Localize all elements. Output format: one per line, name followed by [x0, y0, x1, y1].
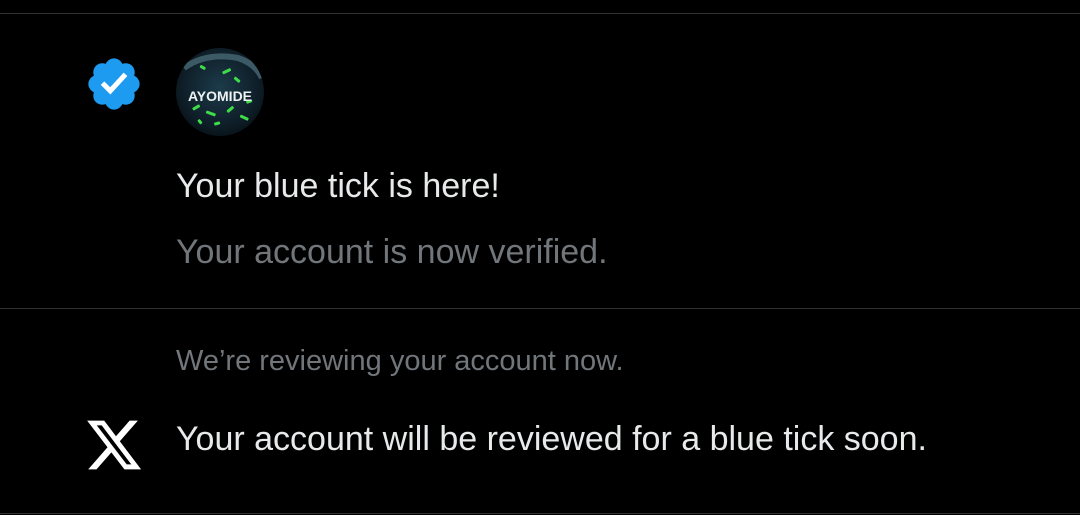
notification-subtitle: Your account is now verified. [176, 233, 608, 271]
notifications-feed: AYOMIDE Your blue tick is here! Your acc… [0, 0, 1080, 515]
x-logo-icon [84, 417, 144, 473]
divider [0, 513, 1080, 514]
notification-title: Your account will be reviewed for a blue… [176, 420, 927, 458]
avatar-text: AYOMIDE [188, 88, 252, 104]
verified-badge-icon [84, 54, 144, 114]
avatar[interactable]: AYOMIDE [176, 48, 264, 136]
notification-review[interactable]: We’re reviewing your account now. Your a… [0, 309, 1080, 513]
notification-title: Your blue tick is here! [176, 167, 500, 205]
notification-verified[interactable]: AYOMIDE Your blue tick is here! Your acc… [0, 14, 1080, 308]
notification-subtitle: We’re reviewing your account now. [176, 345, 624, 377]
